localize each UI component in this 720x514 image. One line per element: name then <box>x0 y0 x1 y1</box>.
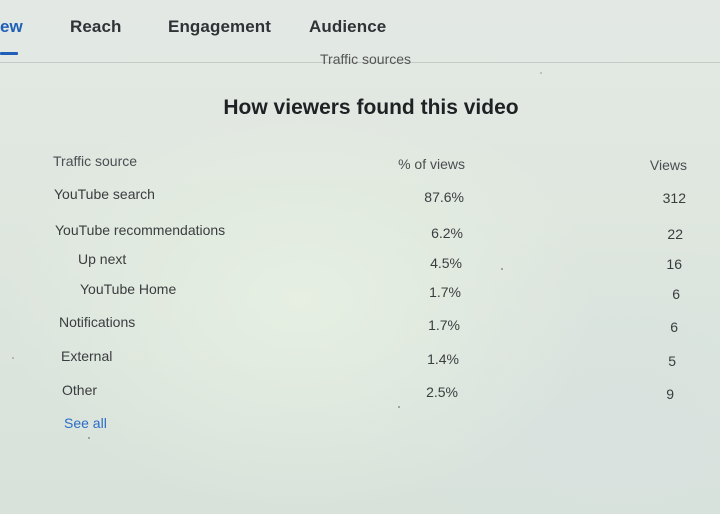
column-header-traffic-source[interactable]: Traffic source <box>53 153 137 169</box>
section-heading-text: Traffic sources <box>320 51 412 64</box>
row-source[interactable]: YouTube Home <box>80 281 176 297</box>
row-source[interactable]: YouTube recommendations <box>55 222 225 238</box>
row-percent: 1.7% <box>428 317 460 333</box>
column-header-percent-views[interactable]: % of views <box>365 156 465 172</box>
row-source[interactable]: External <box>61 348 112 364</box>
see-all-link[interactable]: See all <box>64 415 107 431</box>
dust-speck <box>398 406 400 408</box>
card-title: How viewers found this video <box>223 96 519 119</box>
row-source[interactable]: Up next <box>78 251 126 267</box>
tab-engagement[interactable]: Engagement <box>168 17 271 37</box>
row-views: 6 <box>672 286 680 302</box>
row-views: 22 <box>667 226 683 242</box>
active-tab-indicator <box>0 52 18 55</box>
row-percent: 4.5% <box>430 255 462 271</box>
row-percent: 1.4% <box>427 351 459 367</box>
row-source[interactable]: YouTube search <box>54 186 155 202</box>
dust-speck <box>88 437 90 439</box>
row-percent: 1.7% <box>429 284 461 300</box>
row-views: 9 <box>666 386 674 402</box>
row-percent: 87.6% <box>424 189 464 205</box>
row-views: 6 <box>670 319 678 335</box>
column-header-views[interactable]: Views <box>607 157 687 173</box>
row-views: 16 <box>666 256 682 272</box>
row-source[interactable]: Notifications <box>59 314 135 330</box>
section-heading-traffic-sources: Traffic sources <box>320 50 411 64</box>
tab-overview[interactable]: ew <box>0 17 23 37</box>
row-views: 312 <box>662 190 686 206</box>
row-views: 5 <box>668 353 676 369</box>
tab-reach[interactable]: Reach <box>70 17 122 37</box>
row-percent: 2.5% <box>426 384 458 400</box>
tab-audience[interactable]: Audience <box>309 17 386 37</box>
row-percent: 6.2% <box>431 225 463 241</box>
row-source[interactable]: Other <box>62 382 97 398</box>
dust-speck <box>501 268 503 270</box>
dust-speck <box>540 72 542 74</box>
dust-speck <box>12 357 14 359</box>
